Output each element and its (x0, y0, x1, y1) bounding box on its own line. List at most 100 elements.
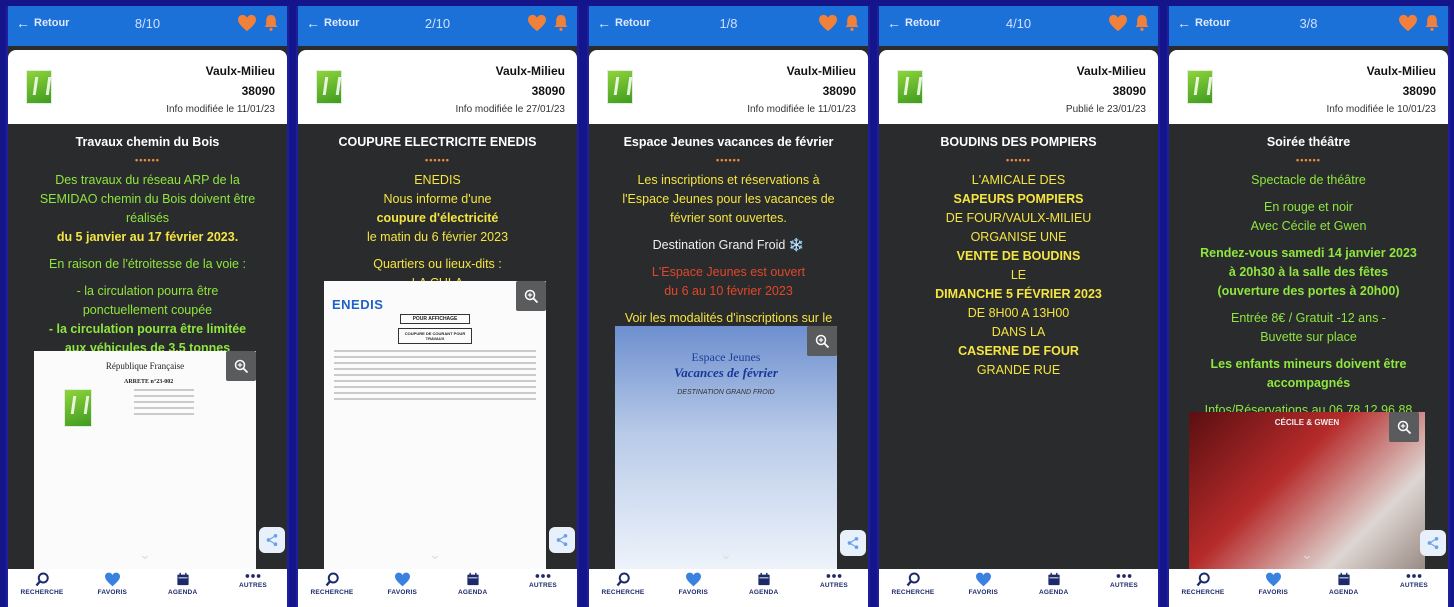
bell-icon[interactable] (263, 14, 281, 34)
bell-icon[interactable] (1134, 14, 1152, 34)
chevron-down-icon[interactable]: ⌄ (139, 546, 151, 563)
nav-search[interactable]: RECHERCHE (883, 569, 943, 607)
phone-screen: 2/10 ← Retour Vaulx-Milieu 38090 Info modifié… (296, 6, 579, 607)
separator-dots: •••••• (1006, 155, 1031, 165)
back-button[interactable]: ← Retour (1177, 16, 1230, 30)
nav-search[interactable]: RECHERCHE (302, 569, 362, 607)
attached-document[interactable]: Espace Jeunes Vacances de février DESTINAT… (615, 326, 837, 569)
back-button[interactable]: ← Retour (597, 14, 650, 31)
town-name: Vaulx-Milieu (205, 64, 275, 78)
arrow-left-icon: ← (597, 14, 611, 31)
body-line: ENEDIS (414, 173, 461, 187)
heart-icon[interactable] (1108, 14, 1128, 34)
heart-icon[interactable] (527, 14, 547, 34)
article-body: L'AMICALE DES SAPEURS POMPIERS DE FOUR/VAU… (879, 171, 1158, 380)
nav-agenda[interactable]: AGENDA (443, 569, 503, 607)
screenshot-grid: 8/10 ← Retour Vaulx-Milieu 38090 Info modifié… (0, 0, 1454, 607)
chevron-down-icon[interactable]: ⌄ (429, 546, 441, 563)
search-icon (883, 572, 943, 587)
top-bar: 8/10 ← Retour (8, 6, 287, 46)
back-button[interactable]: ← Retour (887, 14, 940, 31)
attached-document[interactable]: République Française ARRETE n°23-002 ⌄ (34, 351, 256, 569)
body-line (1169, 190, 1448, 198)
chevron-down-icon[interactable]: ⌄ (720, 546, 732, 563)
nav-more[interactable]: AUTRES (223, 569, 283, 607)
town-logo (897, 70, 923, 104)
attached-document[interactable]: CÉCILE & GWEN ⌄ (1189, 412, 1425, 569)
heart-icon[interactable] (237, 14, 257, 34)
heart-icon (372, 572, 432, 587)
info-card: Vaulx-Milieu 38090 Publié le 23/01/23 (879, 50, 1158, 124)
body-line: Quartiers ou lieux-dits : (373, 257, 502, 271)
nav-agenda[interactable]: AGENDA (734, 569, 794, 607)
body-line: L'AMICALE DES (971, 173, 1066, 187)
share-icon[interactable] (840, 530, 866, 556)
document-text-line (334, 398, 536, 400)
nav-favorites[interactable]: FAVORIS (372, 569, 432, 607)
body-line (298, 247, 577, 255)
zoom-icon[interactable] (1389, 412, 1419, 442)
modified-date: Info modifiée le 10/01/23 (1326, 104, 1436, 115)
document-badge: COUPURE DE COURANT POUR TRAVAUX (398, 328, 472, 344)
zoom-icon[interactable] (516, 281, 546, 311)
zoom-icon[interactable] (226, 351, 256, 381)
nav-favorites[interactable]: FAVORIS (663, 569, 723, 607)
nav-label: AGENDA (1038, 589, 1069, 596)
more-icon (804, 572, 864, 580)
town-logo (64, 389, 92, 427)
nav-more[interactable]: AUTRES (1094, 569, 1154, 607)
back-button[interactable]: ← Retour (306, 16, 359, 30)
nav-favorites[interactable]: FAVORIS (82, 569, 142, 607)
arrow-left-icon: ← (16, 14, 30, 31)
heart-icon[interactable] (818, 14, 838, 34)
poster-tagline: DESTINATION GRAND FROID (677, 389, 775, 396)
nav-favorites[interactable]: FAVORIS (953, 569, 1013, 607)
nav-agenda[interactable]: AGENDA (153, 569, 213, 607)
share-icon[interactable] (259, 527, 285, 553)
nav-search[interactable]: RECHERCHE (1173, 569, 1233, 607)
zoom-icon[interactable] (807, 326, 837, 356)
postal-code: 38090 (1402, 84, 1436, 98)
bell-icon[interactable] (553, 14, 571, 34)
nav-agenda[interactable]: AGENDA (1024, 569, 1084, 607)
share-icon[interactable] (549, 527, 575, 553)
nav-search[interactable]: RECHERCHE (12, 569, 72, 607)
nav-more[interactable]: AUTRES (804, 569, 864, 607)
nav-more[interactable]: AUTRES (1384, 569, 1444, 607)
phone-screen: 3/8 ← Retour Vaulx-Milieu 38090 Info modifiée… (1167, 6, 1450, 607)
body-line (1169, 393, 1448, 401)
phone-screen: 8/10 ← Retour Vaulx-Milieu 38090 Info modifié… (6, 6, 289, 607)
body-line (1169, 301, 1448, 309)
body-line: Des travaux du réseau ARP de la (55, 173, 240, 187)
document-text-line (334, 374, 536, 376)
share-icon[interactable] (1420, 530, 1446, 556)
body-line: accompagnés (1266, 376, 1351, 390)
article-title: Espace Jeunes vacances de février (623, 135, 834, 149)
back-label: Retour (34, 17, 70, 29)
nav-more[interactable]: AUTRES (513, 569, 573, 607)
attached-document[interactable]: ENEDIS POUR AFFICHAGE COUPURE DE COURANT P… (324, 281, 546, 569)
nav-agenda[interactable]: AGENDA (1314, 569, 1374, 607)
modified-date: Publié le 23/01/23 (1065, 104, 1146, 115)
article-body: Spectacle de théâtre En rouge et noir Avec… (1169, 171, 1448, 420)
body-line: DIMANCHE 5 FÉVRIER 2023 (935, 287, 1102, 301)
more-icon (223, 572, 283, 580)
separator-dots: •••••• (716, 155, 741, 165)
nav-search[interactable]: RECHERCHE (593, 569, 653, 607)
chevron-down-icon[interactable]: ⌄ (1301, 546, 1313, 563)
arrow-left-icon: ← (887, 14, 901, 31)
back-button[interactable]: ← Retour (16, 14, 70, 31)
search-icon (1173, 572, 1233, 587)
more-icon (513, 572, 573, 580)
body-line: coupure d'électricité (376, 211, 499, 225)
enedis-logo: ENEDIS (332, 297, 384, 312)
heart-icon[interactable] (1398, 14, 1418, 34)
nav-label: FAVORIS (968, 589, 999, 596)
nav-favorites[interactable]: FAVORIS (1243, 569, 1303, 607)
bottom-nav: RECHERCHE FAVORIS AGENDA AUTRES (879, 569, 1158, 607)
nav-label: AUTRES (820, 582, 848, 589)
bell-icon[interactable] (1424, 14, 1442, 34)
nav-label: AGENDA (457, 589, 488, 596)
bell-icon[interactable] (844, 14, 862, 34)
more-icon (1094, 572, 1154, 580)
